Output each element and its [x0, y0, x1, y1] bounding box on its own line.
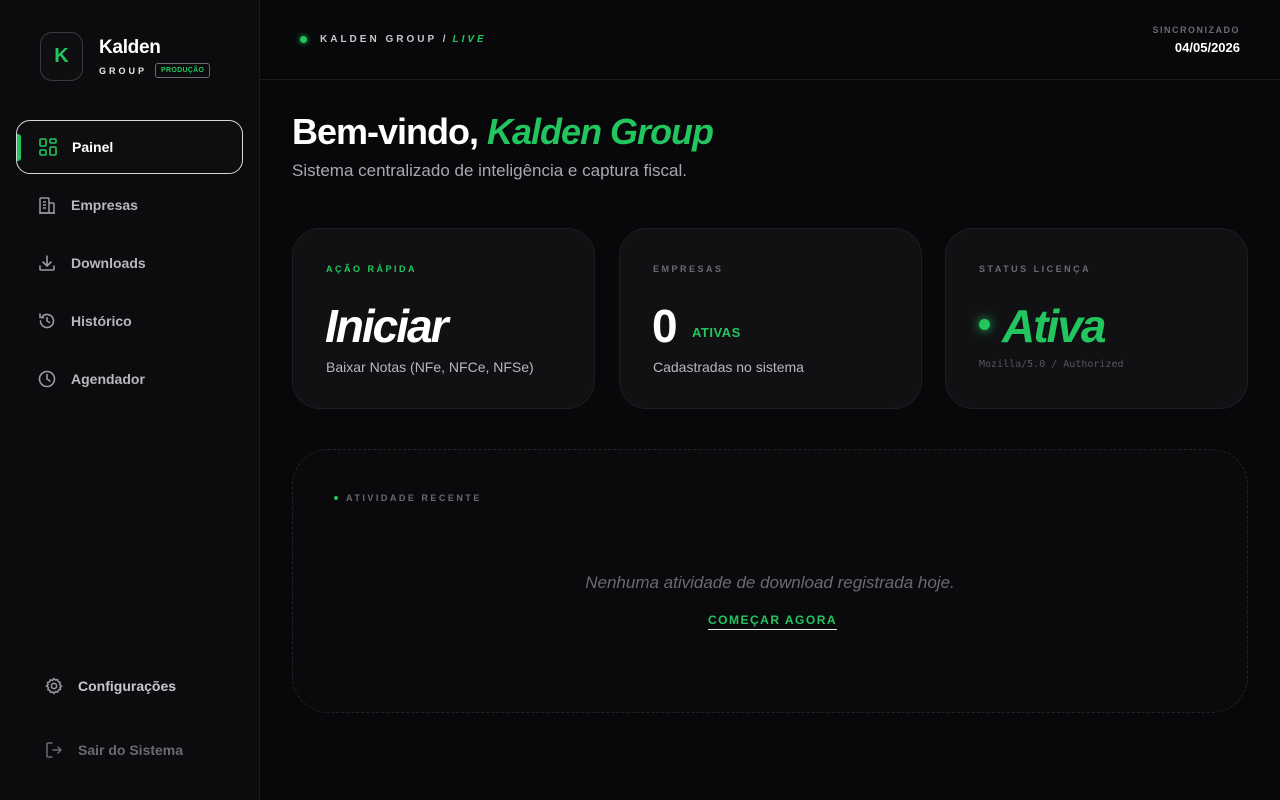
sidebar: K Kalden GROUP PRODUÇÃO Painel Empresas	[0, 0, 260, 800]
user-agent: Mozilla/5.0 / Authorized	[979, 359, 1124, 370]
recent-activity-panel: ATIVIDADE RECENTE Nenhuma atividade de d…	[292, 449, 1248, 713]
sidebar-item-historico[interactable]: Histórico	[16, 294, 243, 348]
sidebar-item-empresas[interactable]: Empresas	[16, 178, 243, 232]
sidebar-item-label: Downloads	[71, 255, 146, 271]
settings-button[interactable]: Configurações	[44, 674, 176, 698]
greeting: Bem-vindo,	[292, 111, 479, 152]
companies-card: EMPRESAS 0 ATIVAS Cadastradas no sistema	[619, 228, 922, 409]
brand-group: GROUP	[99, 65, 148, 76]
sync-status: SINCRONIZADO 04/05/2026	[1153, 25, 1241, 55]
status-dot-icon	[979, 319, 990, 330]
card-description: Baixar Notas (NFe, NFCe, NFSe)	[326, 359, 534, 375]
empty-state-message: Nenhuma atividade de download registrada…	[585, 573, 955, 592]
gear-icon	[44, 676, 64, 696]
sidebar-item-downloads[interactable]: Downloads	[16, 236, 243, 290]
activity-dot-icon	[334, 496, 338, 500]
page-title: Bem-vindo, Kalden Group	[292, 110, 714, 154]
card-description: Cadastradas no sistema	[653, 359, 804, 375]
sidebar-item-painel[interactable]: Painel	[16, 120, 243, 174]
page-subtitle: Sistema centralizado de inteligência e c…	[292, 161, 687, 180]
live-tag: LIVE	[452, 34, 487, 45]
logout-icon	[44, 740, 64, 760]
companies-count: 0	[652, 300, 678, 352]
license-card: STATUS LICENÇA Ativa Mozilla/5.0 / Autho…	[945, 228, 1248, 409]
brand-logo: K	[40, 31, 83, 81]
logout-button[interactable]: Sair do Sistema	[44, 738, 183, 762]
grid-icon	[38, 137, 58, 157]
download-icon	[37, 253, 57, 273]
activity-label: ATIVIDADE RECENTE	[346, 493, 482, 503]
card-label: AÇÃO RÁPIDA	[326, 264, 418, 274]
sidebar-item-label: Histórico	[71, 313, 132, 329]
companies-unit: ATIVAS	[692, 325, 741, 340]
org-label: KALDEN GROUP /	[320, 34, 449, 45]
license-status: Ativa	[1002, 300, 1106, 352]
top-bar: KALDEN GROUP / LIVE SINCRONIZADO 04/05/2…	[260, 0, 1280, 80]
settings-label: Configurações	[78, 678, 177, 694]
sync-label: SINCRONIZADO	[1152, 25, 1240, 35]
sidebar-item-label: Empresas	[71, 197, 138, 213]
welcome-section: Bem-vindo, Kalden Group Sistema centrali…	[292, 110, 714, 181]
building-icon	[37, 195, 57, 215]
live-indicator: KALDEN GROUP / LIVE	[300, 34, 487, 45]
start-action[interactable]: Iniciar	[325, 299, 449, 353]
logout-label: Sair do Sistema	[78, 742, 184, 758]
brand[interactable]: K Kalden GROUP PRODUÇÃO	[40, 31, 211, 81]
start-now-link[interactable]: COMEÇAR AGORA	[708, 613, 838, 630]
sidebar-item-label: Painel	[72, 139, 114, 155]
history-icon	[37, 311, 57, 331]
card-label: STATUS LICENÇA	[979, 264, 1092, 274]
sidebar-item-label: Agendador	[71, 371, 145, 387]
live-dot-icon	[300, 36, 307, 43]
sidebar-nav: Painel Empresas Downloads Histórico Agen…	[16, 120, 243, 410]
clock-icon	[37, 369, 57, 389]
card-label: EMPRESAS	[653, 264, 724, 274]
environment-badge: PRODUÇÃO	[155, 63, 211, 78]
quick-action-card[interactable]: AÇÃO RÁPIDA Iniciar Baixar Notas (NFe, N…	[292, 228, 595, 409]
brand-name: Kalden	[99, 37, 161, 58]
sidebar-item-agendador[interactable]: Agendador	[16, 352, 243, 406]
sync-date: 04/05/2026	[1174, 40, 1240, 55]
company-name: Kalden Group	[487, 111, 714, 152]
